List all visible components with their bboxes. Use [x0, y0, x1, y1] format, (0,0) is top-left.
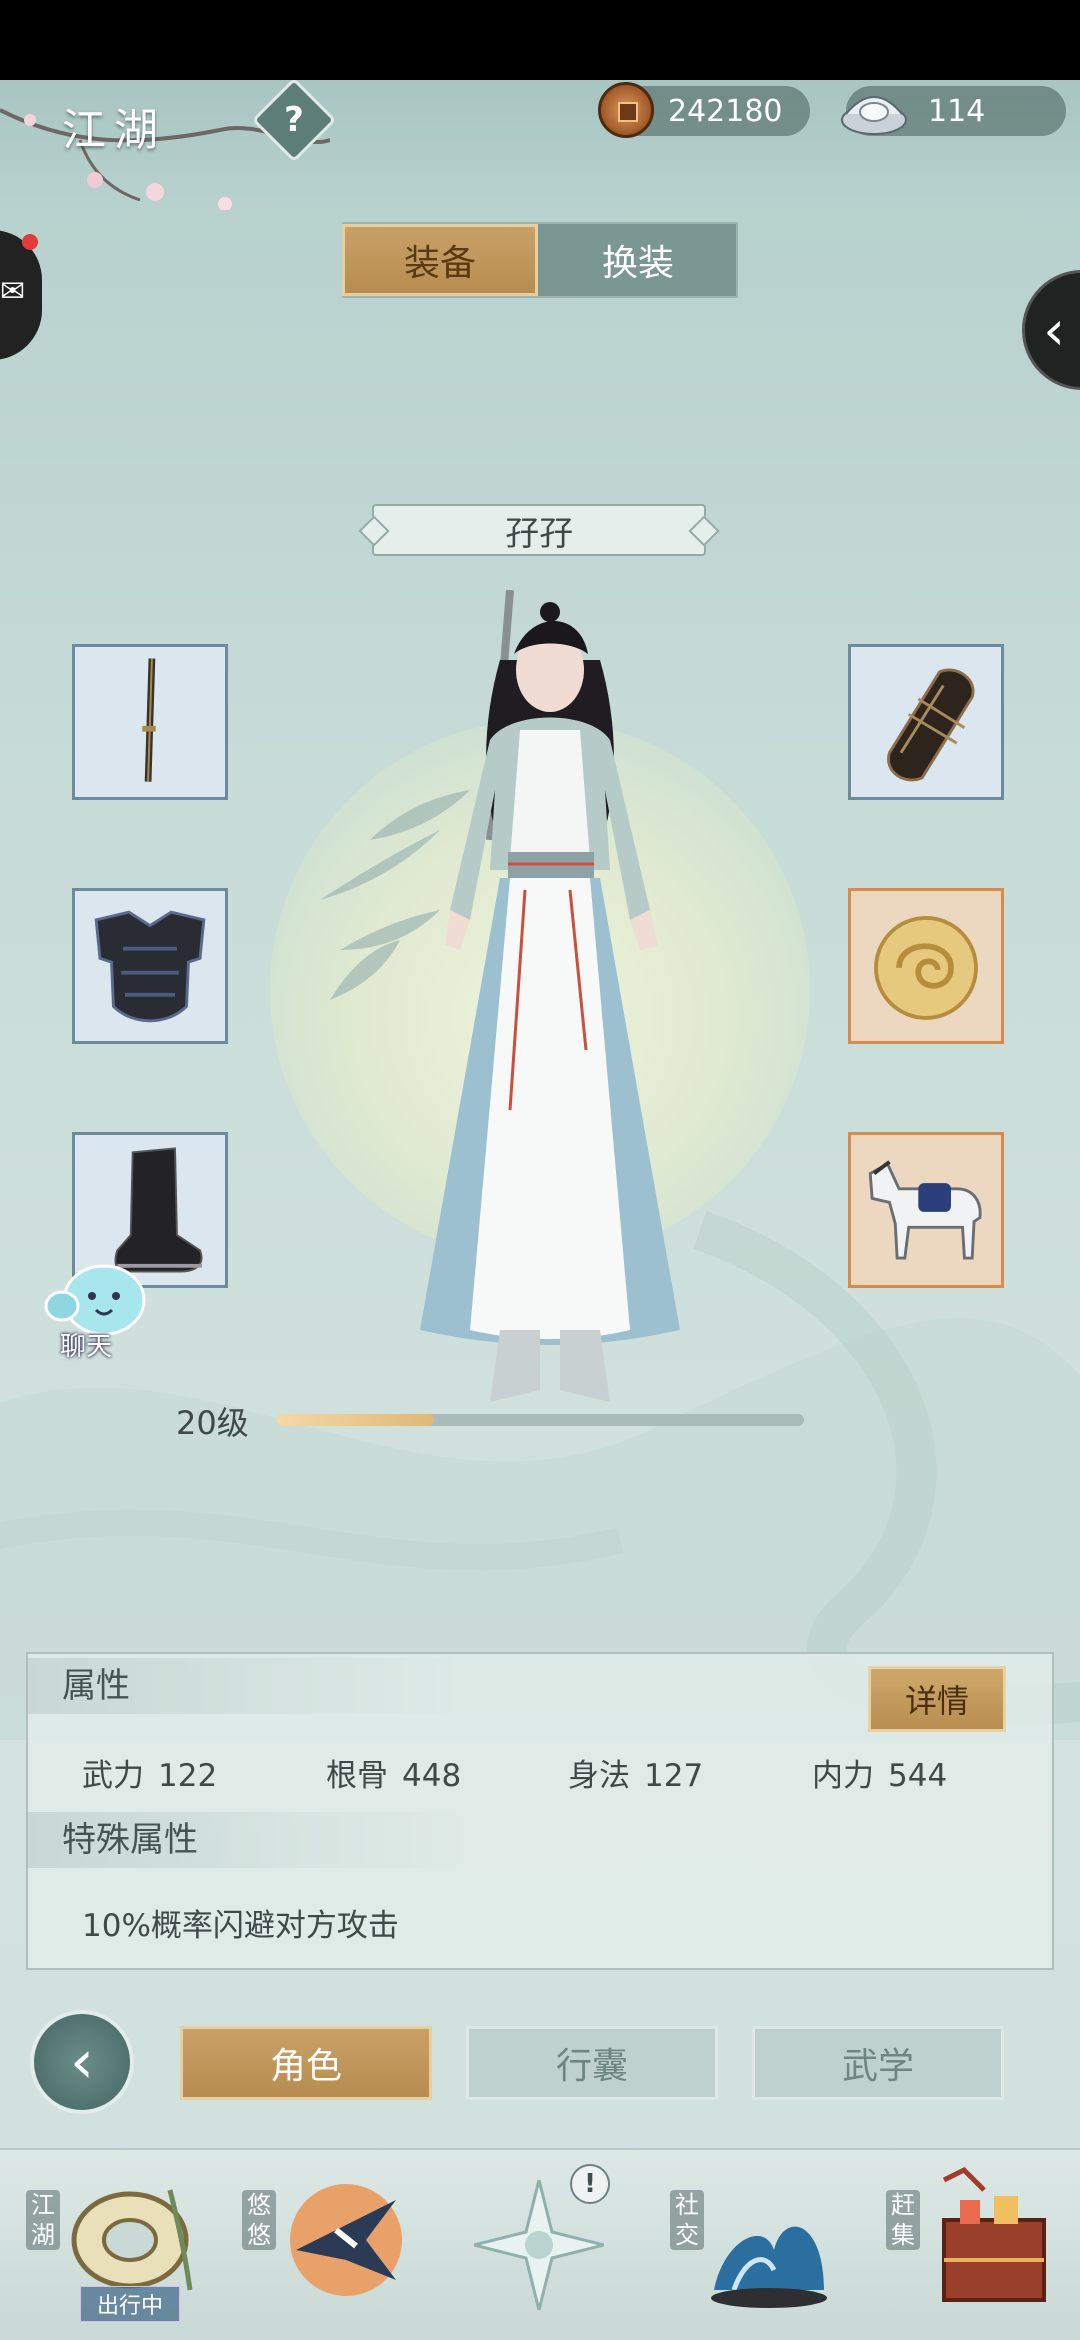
- level-progress-bar: [276, 1414, 804, 1426]
- dock-item-social[interactable]: 社交: [664, 2150, 844, 2340]
- dock-label: 社交: [670, 2190, 704, 2250]
- chevron-left-icon: ‹: [1043, 298, 1065, 362]
- equip-slot-bracer[interactable]: [848, 644, 1004, 800]
- wave-icon: [711, 2226, 827, 2308]
- silver-currency[interactable]: 114: [841, 86, 1066, 136]
- copper-coin-icon: [598, 82, 654, 138]
- back-arrow-icon: ‹: [70, 2027, 94, 2097]
- jianghu-icon: [71, 2189, 193, 2291]
- side-chat-button[interactable]: ✉: [0, 230, 42, 360]
- market-basket-icon: [942, 2166, 1046, 2302]
- detail-button[interactable]: 详情: [868, 1666, 1006, 1732]
- dock-item-center[interactable]: !: [460, 2150, 620, 2340]
- stat-value: 122: [158, 1758, 218, 1794]
- top-bar: 江湖 ? 242180 114: [0, 80, 1080, 210]
- equip-tab-switch: 装备 换装: [342, 222, 738, 298]
- stat-item: 根骨 448: [326, 1750, 461, 1795]
- equip-slot-jade[interactable]: [848, 888, 1004, 1044]
- jade-pendant-icon: [874, 916, 978, 1020]
- dock-label: 赶集: [886, 2190, 920, 2250]
- chat-bubble-button[interactable]: 聊天: [40, 1262, 152, 1362]
- equip-slot-mount[interactable]: [848, 1132, 1004, 1288]
- region-title: 江湖: [62, 105, 166, 156]
- stat-name: 内力: [812, 1758, 874, 1794]
- attributes-title: 属性: [28, 1658, 468, 1714]
- silver-ingot-icon: [841, 96, 907, 135]
- traveling-badge: 出行中: [80, 2286, 180, 2322]
- stat-item: 内力 544: [812, 1750, 947, 1795]
- attributes-panel: 属性 详情 武力 122 根骨 448 身法 127 内力 544 特殊属性 10%概率…: [26, 1652, 1054, 1970]
- level-label: 20级: [176, 1404, 249, 1442]
- bracer-icon: [887, 668, 975, 782]
- notification-dot: [22, 234, 38, 250]
- stat-value: 127: [644, 1758, 704, 1794]
- special-attributes-title: 特殊属性: [28, 1812, 468, 1868]
- tab-outfit[interactable]: 换装: [540, 224, 736, 296]
- horse-icon: [868, 1160, 982, 1260]
- magpie-icon: [290, 2184, 402, 2296]
- stat-name: 身法: [568, 1758, 630, 1794]
- stat-item: 武力 122: [82, 1750, 217, 1795]
- copper-currency[interactable]: 242180: [598, 82, 810, 138]
- dock-item-market[interactable]: 赶集: [880, 2150, 1070, 2340]
- equip-slot-armor[interactable]: [72, 888, 228, 1044]
- nav-tab-character[interactable]: 角色: [180, 2026, 432, 2100]
- nav-tab-martial-arts[interactable]: 武学: [752, 2026, 1004, 2100]
- stat-name: 根骨: [326, 1758, 388, 1794]
- equip-slot-weapon[interactable]: [72, 644, 228, 800]
- stat-value: 448: [402, 1758, 462, 1794]
- question-mark-icon: ?: [284, 100, 304, 140]
- dock-item-jianghu[interactable]: 江湖 出行中: [20, 2150, 210, 2340]
- chat-icon: ✉: [0, 274, 26, 309]
- tab-equip[interactable]: 装备: [342, 224, 538, 296]
- notice-badge: !: [570, 2164, 610, 2204]
- game-screen: 江湖 ? 242180 114 ✉ ‹ 装备 换装 孖孖 聊天 20级 属性 详…: [0, 80, 1080, 2340]
- copper-value: 242180: [668, 93, 783, 129]
- character-figure[interactable]: [390, 590, 710, 1450]
- silver-value: 114: [928, 93, 986, 129]
- chest-armor-icon: [94, 910, 206, 1023]
- expand-panel-button[interactable]: ‹: [1022, 270, 1080, 390]
- special-attribute-text: 10%概率闪避对方攻击: [82, 1908, 399, 1944]
- level-progress-fill: [276, 1414, 435, 1426]
- stat-value: 544: [888, 1758, 948, 1794]
- stat-name: 武力: [82, 1758, 144, 1794]
- dock-label: 江湖: [26, 2190, 60, 2250]
- stat-item: 身法 127: [568, 1750, 703, 1795]
- character-name: 孖孖: [372, 504, 706, 556]
- nav-tab-bag[interactable]: 行囊: [466, 2026, 718, 2100]
- sword-icon: [142, 658, 156, 782]
- chat-label: 聊天: [60, 1332, 113, 1362]
- dock-item-youyou[interactable]: 悠悠: [236, 2150, 416, 2340]
- dock-label: 悠悠: [242, 2190, 276, 2250]
- back-button[interactable]: ‹: [30, 2010, 134, 2114]
- bottom-dock: 江湖 出行中 悠悠 ! 社交 赶集: [0, 2148, 1080, 2340]
